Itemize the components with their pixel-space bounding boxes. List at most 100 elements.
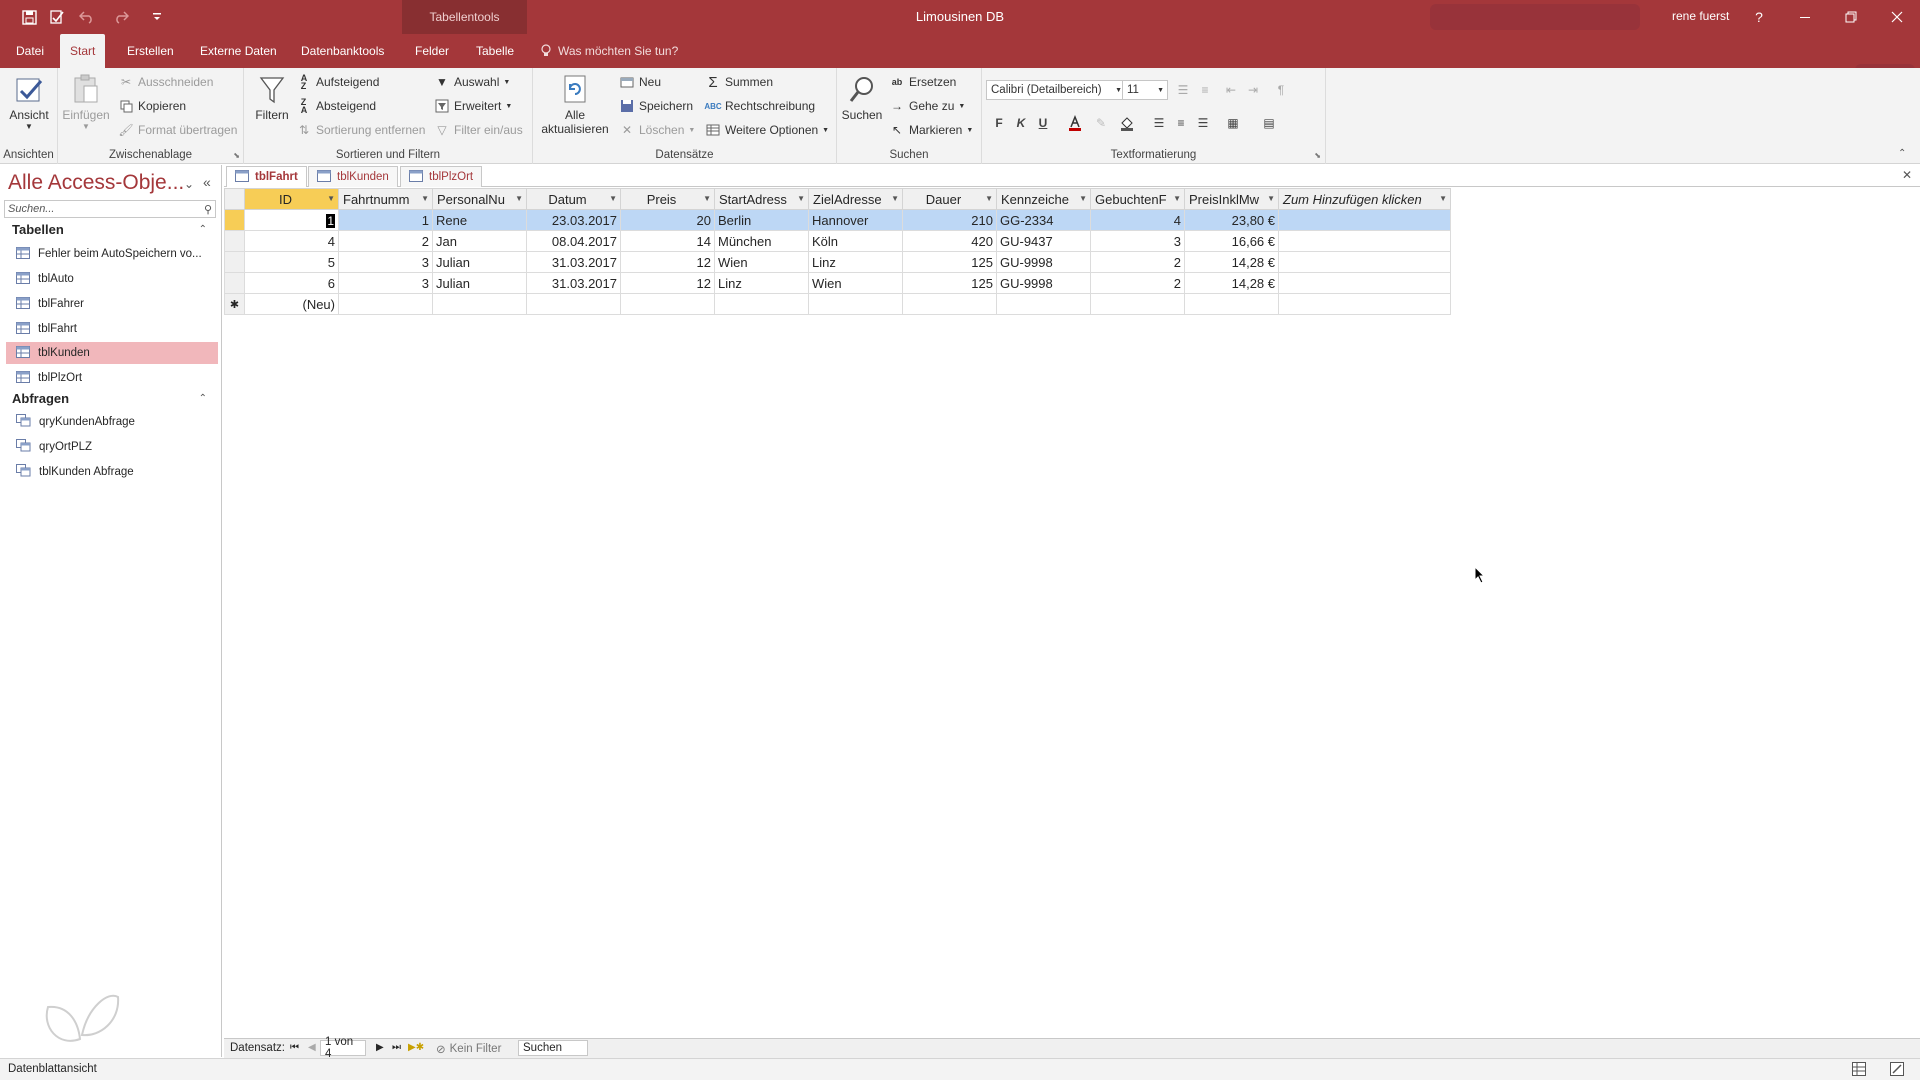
- redo-icon[interactable]: [110, 7, 132, 27]
- paste-dropdown-icon[interactable]: ▼: [82, 122, 90, 131]
- column-dropdown-icon[interactable]: ▼: [891, 194, 899, 203]
- fill-color-icon[interactable]: [1118, 114, 1136, 132]
- view-dropdown-icon[interactable]: ▼: [25, 122, 33, 131]
- table-cell[interactable]: 2: [1090, 272, 1185, 294]
- filter-button[interactable]: Filtern: [252, 72, 292, 122]
- previous-record-icon[interactable]: ◀: [308, 1042, 316, 1053]
- column-dropdown-icon[interactable]: ▼: [703, 194, 711, 203]
- view-button[interactable]: Ansicht ▼: [6, 72, 52, 131]
- column-header[interactable]: StartAdress ▼: [714, 188, 809, 210]
- tab-start[interactable]: Start: [60, 34, 106, 68]
- save-icon[interactable]: [18, 7, 40, 27]
- decrease-indent-icon[interactable]: ⇤: [1222, 81, 1240, 99]
- table-cell[interactable]: [902, 293, 997, 315]
- nav-table-item[interactable]: tblAuto: [6, 268, 218, 290]
- close-document-icon[interactable]: ✕: [1902, 168, 1912, 182]
- column-header[interactable]: PersonalNu ▼: [432, 188, 527, 210]
- table-cell[interactable]: [996, 293, 1091, 315]
- find-button[interactable]: Suchen: [841, 72, 883, 122]
- table-cell[interactable]: Linz: [714, 272, 809, 294]
- table-cell[interactable]: 23.03.2017: [526, 209, 621, 231]
- advanced-filter-button[interactable]: Erweitert ▼: [434, 96, 512, 116]
- more-options-button[interactable]: Weitere Optionen ▼: [705, 120, 829, 140]
- record-search-input[interactable]: Suchen: [518, 1040, 588, 1056]
- table-cell[interactable]: 16,66 €: [1184, 230, 1279, 252]
- table-cell[interactable]: 420: [902, 230, 997, 252]
- record-selector[interactable]: [224, 251, 245, 273]
- table-cell[interactable]: [808, 293, 903, 315]
- table-cell[interactable]: 210: [902, 209, 997, 231]
- table-cell[interactable]: 31.03.2017: [526, 272, 621, 294]
- column-dropdown-icon[interactable]: ▼: [985, 194, 993, 203]
- column-dropdown-icon[interactable]: ▼: [1267, 194, 1275, 203]
- increase-indent-icon[interactable]: ⇥: [1244, 81, 1262, 99]
- table-cell[interactable]: [1278, 251, 1451, 273]
- help-button[interactable]: ?: [1744, 5, 1774, 29]
- tell-me-search[interactable]: Was möchten Sie tun?: [540, 34, 678, 68]
- table-cell[interactable]: 23,80 €: [1184, 209, 1279, 231]
- column-dropdown-icon[interactable]: ▼: [1439, 194, 1447, 203]
- collapse-queries-icon[interactable]: ⌃: [199, 393, 207, 404]
- nav-collapse-icon[interactable]: «: [203, 174, 211, 190]
- table-cell[interactable]: 5: [244, 251, 339, 273]
- table-cell[interactable]: 1: [338, 209, 433, 231]
- column-header[interactable]: Fahrtnumm ▼: [338, 188, 433, 210]
- table-cell[interactable]: 4: [1090, 209, 1185, 231]
- selection-filter-button[interactable]: ▼ Auswahl ▼: [434, 72, 510, 92]
- select-button[interactable]: ↖ Markieren ▼: [889, 120, 973, 140]
- table-row-selected[interactable]: 1 1 Rene 23.03.2017 20 Berlin Hannover 2…: [224, 209, 1451, 231]
- table-row[interactable]: 4 2 Jan 08.04.2017 14 München Köln 420 G…: [224, 230, 1451, 252]
- table-cell[interactable]: Jan: [432, 230, 527, 252]
- save-record-button[interactable]: Speichern: [619, 96, 693, 116]
- column-header[interactable]: PreisInklMw ▼: [1184, 188, 1279, 210]
- gridlines-icon[interactable]: ▤: [1260, 114, 1278, 132]
- column-dropdown-icon[interactable]: ▼: [327, 194, 335, 203]
- table-cell[interactable]: 3: [338, 251, 433, 273]
- column-dropdown-icon[interactable]: ▼: [1173, 194, 1181, 203]
- customize-qat-icon[interactable]: [146, 7, 168, 27]
- tab-tabelle[interactable]: Tabelle: [466, 34, 524, 68]
- nav-query-item[interactable]: qryOrtPLZ: [6, 436, 218, 458]
- nav-table-item-selected[interactable]: tblKunden: [6, 342, 218, 364]
- table-cell[interactable]: Berlin: [714, 209, 809, 231]
- nav-search-input[interactable]: Suchen... ⚲: [4, 200, 216, 218]
- table-cell[interactable]: Linz: [808, 251, 903, 273]
- nav-table-item[interactable]: tblFahrt: [6, 318, 218, 340]
- table-cell[interactable]: [432, 293, 527, 315]
- table-cell[interactable]: 125: [902, 272, 997, 294]
- table-cell[interactable]: [1184, 293, 1279, 315]
- table-cell[interactable]: Rene: [432, 209, 527, 231]
- last-record-icon[interactable]: ⏭: [392, 1042, 401, 1053]
- table-cell[interactable]: 125: [902, 251, 997, 273]
- doc-tab-tblplzort[interactable]: tblPlzOrt: [400, 166, 483, 187]
- close-button[interactable]: [1882, 5, 1912, 29]
- align-left-icon[interactable]: ☰: [1150, 114, 1168, 132]
- bullet-list-icon[interactable]: ☰: [1174, 81, 1192, 99]
- new-record-nav-icon[interactable]: ▶✱: [408, 1042, 424, 1053]
- table-cell[interactable]: Köln: [808, 230, 903, 252]
- align-center-icon[interactable]: ≡: [1172, 114, 1190, 132]
- table-cell[interactable]: 08.04.2017: [526, 230, 621, 252]
- italic-button[interactable]: K: [1012, 114, 1030, 132]
- nav-query-item[interactable]: qryKundenAbfrage: [6, 411, 218, 433]
- collapse-ribbon-icon[interactable]: ⌃: [1898, 148, 1906, 159]
- column-dropdown-icon[interactable]: ▼: [421, 194, 429, 203]
- nav-table-item[interactable]: Fehler beim AutoSpeichern vo...: [6, 243, 218, 265]
- datasheet-view-icon[interactable]: [1852, 1062, 1866, 1079]
- copy-button[interactable]: Kopieren: [118, 96, 186, 116]
- dialog-launcher-icon[interactable]: ⬊: [233, 151, 240, 160]
- table-cell[interactable]: 20: [620, 209, 715, 231]
- table-cell[interactable]: GU-9998: [996, 272, 1091, 294]
- table-cell[interactable]: 4: [244, 230, 339, 252]
- nav-menu-dropdown-icon[interactable]: ⌄: [184, 177, 194, 191]
- refresh-all-button[interactable]: Alle aktualisieren: [537, 72, 613, 136]
- form-check-icon[interactable]: [46, 7, 68, 27]
- table-cell[interactable]: [1278, 230, 1451, 252]
- user-name[interactable]: rene fuerst: [1672, 9, 1729, 23]
- new-record-cell[interactable]: (Neu): [244, 293, 339, 315]
- table-cell[interactable]: 3: [338, 272, 433, 294]
- record-selector[interactable]: [224, 272, 245, 294]
- sort-ascending-button[interactable]: AZ Aufsteigend: [296, 72, 380, 92]
- toggle-filter-button[interactable]: ▽ Filter ein/aus: [434, 120, 522, 140]
- new-record-row[interactable]: ✱ (Neu): [224, 293, 1451, 315]
